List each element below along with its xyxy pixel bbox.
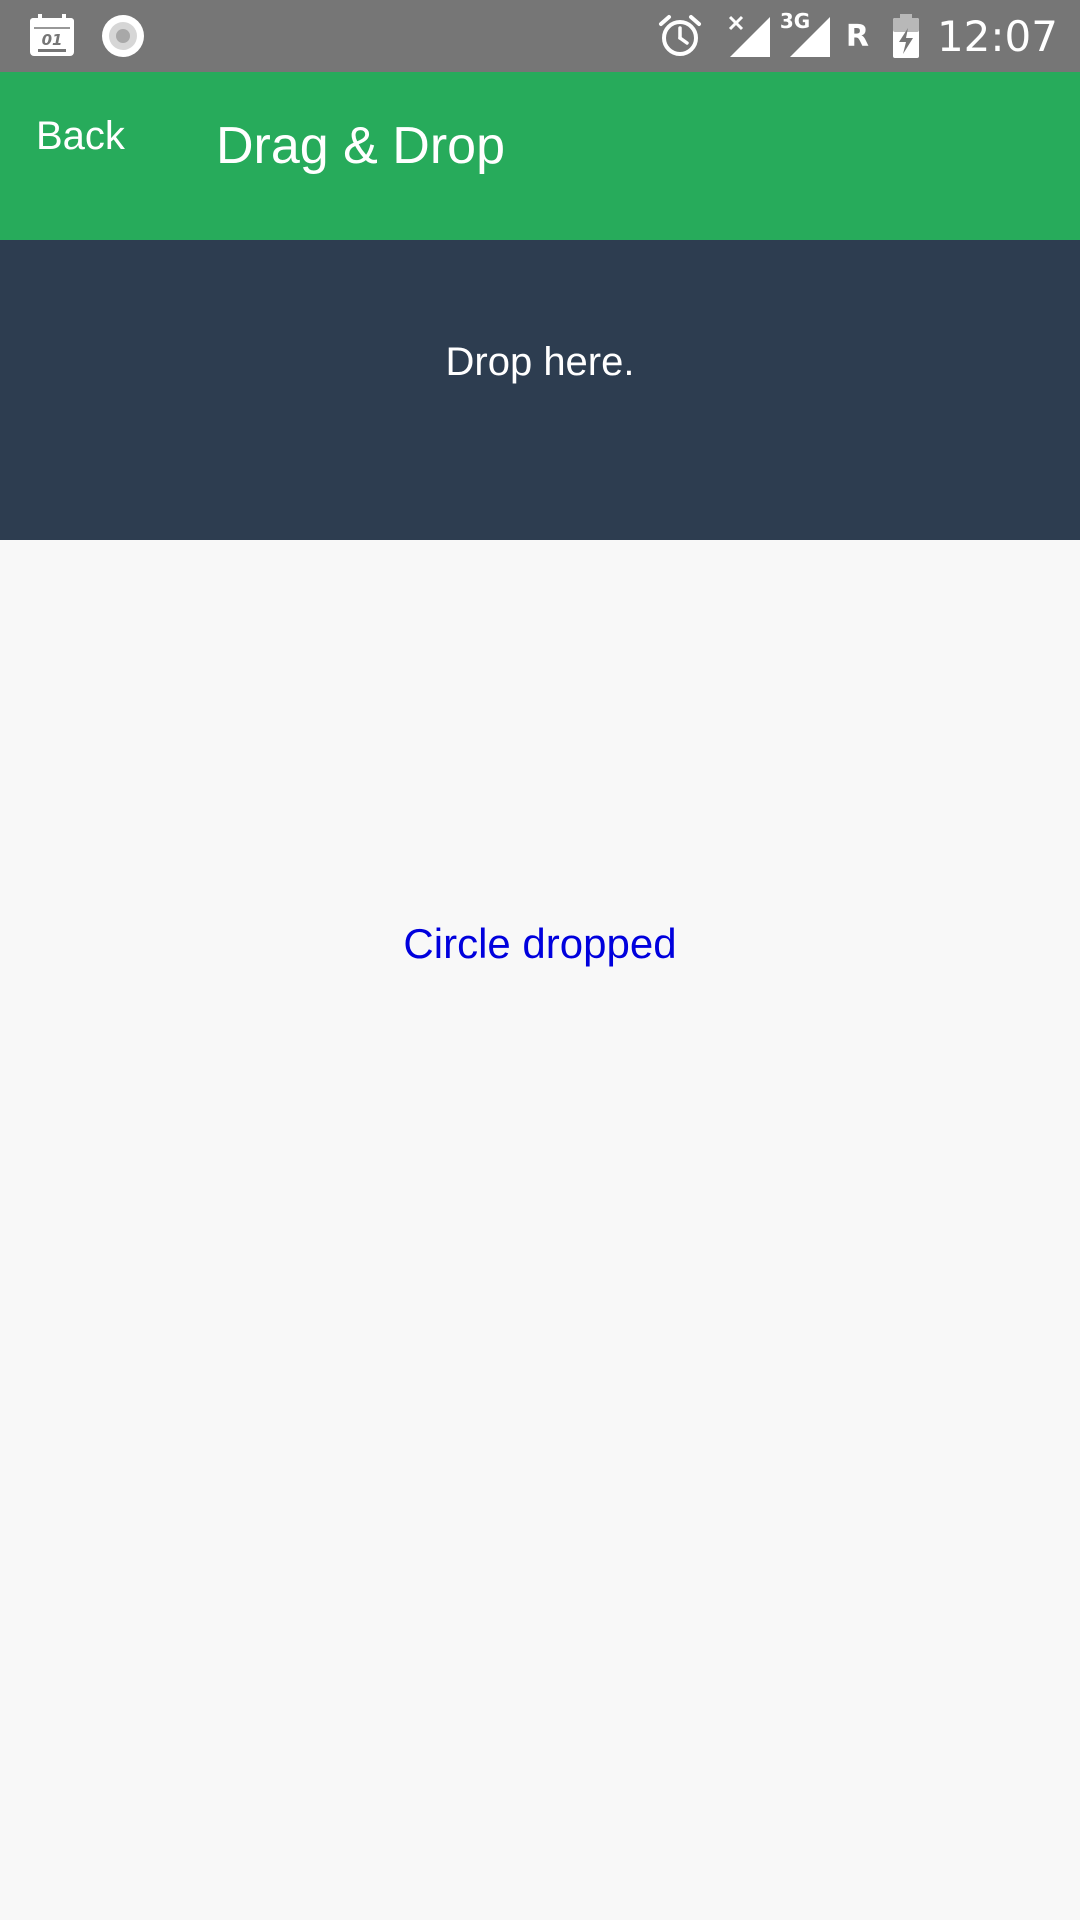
record-icon xyxy=(100,13,146,59)
calendar-notification-icon: 01 xyxy=(28,12,76,60)
roaming-indicator: R xyxy=(845,18,869,54)
alarm-icon xyxy=(658,14,702,58)
calendar-day: 01 xyxy=(42,31,63,49)
drop-target-area[interactable]: Drop here. xyxy=(0,240,1080,540)
signal-3g-icon: 3G xyxy=(780,9,832,59)
network-type-label: 3G xyxy=(779,9,811,33)
page-title: Drag & Drop xyxy=(216,117,505,175)
battery-charging-icon xyxy=(891,12,921,60)
status-time: 12:07 xyxy=(936,11,1058,61)
status-bar: 01 3G R 12:07 xyxy=(0,0,1080,72)
app-bar: Back Drag & Drop xyxy=(0,72,1080,240)
no-signal-icon xyxy=(726,13,772,59)
drop-status-message: Circle dropped xyxy=(403,920,677,967)
drop-target-label: Drop here. xyxy=(445,340,635,384)
content-area: Circle dropped xyxy=(0,540,1080,1920)
back-button[interactable]: Back xyxy=(36,114,125,159)
status-bar-system: 3G R 12:07 xyxy=(658,0,1058,72)
status-bar-notifications: 01 xyxy=(28,12,146,60)
